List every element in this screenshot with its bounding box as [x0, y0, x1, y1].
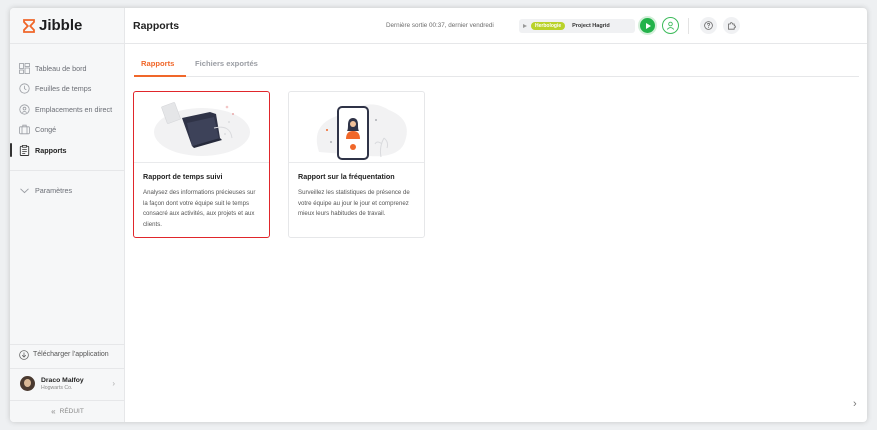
location-pin-icon [19, 104, 30, 115]
play-icon [646, 22, 651, 29]
sidebar-item-label: Feuilles de temps [35, 84, 92, 94]
dashboard-icon [19, 62, 30, 74]
chevron-right-icon: › [112, 379, 115, 388]
user-organization: Hogwarts Co. [41, 384, 73, 391]
sidebar-nav: Tableau de bord Feuilles de temps Emplac… [10, 44, 124, 201]
double-chevron-left-icon: « [51, 407, 56, 416]
download-icon [19, 349, 29, 360]
user-name: Draco Malfoy [41, 376, 84, 384]
last-clock-out-text: Dernière sortie 00:37, dernier vendredi [386, 22, 494, 29]
sidebar-item-settings[interactable]: Paramètres [10, 181, 124, 202]
download-app-button[interactable]: Télécharger l'application [10, 344, 125, 364]
chevron-right-icon[interactable]: › [853, 398, 857, 410]
chevron-down-icon [19, 185, 30, 196]
folder-illustration [134, 92, 269, 163]
card-title: Rapport sur la fréquentation [298, 172, 395, 181]
tab-exported-files[interactable]: Fichiers exportés [195, 59, 258, 68]
collapse-label: RÉDUIT [59, 408, 84, 415]
suitcase-icon [19, 124, 30, 135]
page-title: Rapports [133, 19, 180, 32]
puzzle-icon [728, 22, 736, 30]
card-description: Analysez des informations précieuses sur… [143, 189, 256, 228]
sidebar-item-dashboard[interactable]: Tableau de bord [10, 58, 124, 79]
collapse-sidebar-button[interactable]: « RÉDUIT [10, 400, 125, 422]
sidebar-item-reports[interactable]: Rapports [10, 140, 124, 161]
sidebar-item-timesheets[interactable]: Feuilles de temps [10, 79, 124, 100]
report-card-tracked-time[interactable]: Rapport de temps suivi Analysez des info… [133, 91, 270, 238]
sidebar-item-label: Paramètres [35, 186, 73, 196]
sidebar-item-label: Tableau de bord [35, 63, 87, 73]
sidebar-item-label: Congé [35, 125, 57, 135]
user-profile[interactable]: Draco Malfoy Hogwarts Co. › [10, 368, 125, 398]
phone-person-illustration [289, 92, 424, 163]
sidebar-item-leave[interactable]: Congé [10, 120, 124, 141]
integrations-button[interactable] [723, 17, 740, 34]
start-timer-button[interactable] [638, 16, 657, 35]
report-tabs: Rapports Fichiers exportés [134, 55, 859, 77]
question-icon [704, 21, 713, 30]
hourglass-logo-icon [23, 18, 35, 33]
play-small-icon [523, 24, 527, 28]
logo[interactable]: Jibble [10, 8, 124, 44]
app-name: Jibble [39, 17, 83, 34]
clock-icon [19, 83, 30, 94]
card-title: Rapport de temps suivi [143, 172, 223, 181]
app-window: Jibble Tableau de bord Feuilles de temps… [10, 8, 867, 422]
avatar [20, 376, 35, 391]
active-tab-indicator [134, 75, 186, 77]
person-icon [666, 21, 675, 30]
download-app-label: Télécharger l'application [33, 351, 109, 358]
divider [688, 18, 689, 34]
sidebar: Jibble Tableau de bord Feuilles de temps… [10, 8, 125, 422]
sidebar-item-label: Emplacements en direct [35, 104, 113, 114]
sidebar-item-label: Rapports [35, 145, 67, 155]
clock-in-person-button[interactable] [662, 17, 679, 34]
help-button[interactable] [700, 17, 717, 34]
project-name: Project Hagrid [572, 23, 610, 29]
tab-reports[interactable]: Rapports [141, 59, 174, 68]
time-tracker-widget[interactable]: Herbologie Project Hagrid [519, 19, 635, 33]
sidebar-item-live-locations[interactable]: Emplacements en direct [10, 99, 124, 120]
report-card-attendance[interactable]: Rapport sur la fréquentation Surveillez … [288, 91, 425, 238]
clipboard-icon [19, 144, 30, 156]
card-description: Surveillez les statistiques de présence … [298, 189, 410, 218]
divider [10, 169, 124, 171]
top-header: Rapports [125, 8, 867, 44]
activity-tag: Herbologie [531, 22, 566, 30]
